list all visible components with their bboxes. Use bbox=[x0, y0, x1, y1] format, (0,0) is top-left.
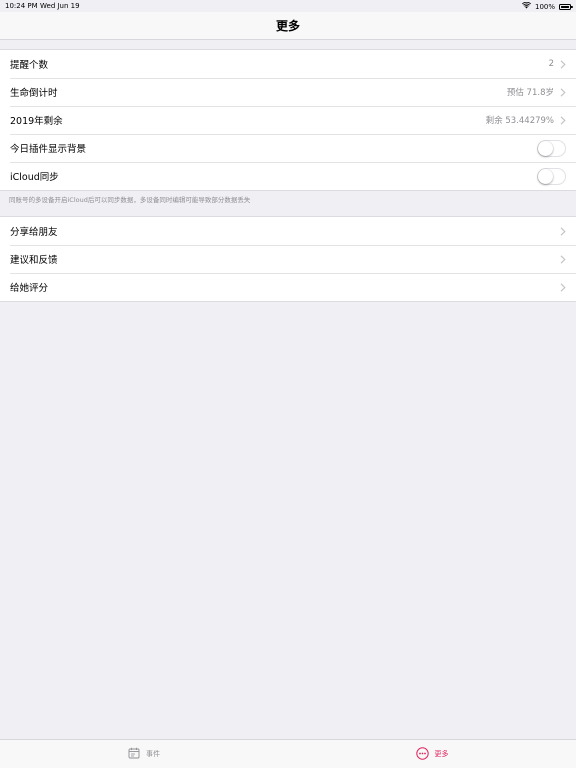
chevron-right-icon bbox=[560, 59, 566, 69]
row-label: 建议和反馈 bbox=[10, 255, 58, 266]
row-widget-background: 今日插件显示背景 bbox=[0, 134, 576, 162]
icloud-footer-note: 同账号的多设备开启iCloud后可以同步数据，多设备同时编辑可能导致部分数据丢失 bbox=[9, 196, 251, 204]
status-date: Wed Jun 19 bbox=[40, 2, 80, 10]
icloud-sync-toggle[interactable] bbox=[537, 167, 566, 185]
row-life-countdown[interactable]: 生命倒计时 预估 71.8岁 bbox=[0, 78, 576, 106]
row-label: 生命倒计时 bbox=[10, 88, 58, 99]
tab-events[interactable]: 事件 bbox=[0, 740, 288, 768]
toggle-knob bbox=[538, 140, 553, 156]
navigation-bar: 更多 bbox=[0, 12, 576, 40]
row-label: 分享给朋友 bbox=[10, 227, 58, 238]
row-label: 提醒个数 bbox=[10, 60, 49, 71]
battery-percent: 100% bbox=[534, 2, 555, 11]
tab-label: 事件 bbox=[146, 750, 160, 758]
toggle-knob bbox=[538, 168, 553, 184]
settings-group-2: 分享给朋友 建议和反馈 给她评分 bbox=[0, 216, 576, 302]
status-bar: 10:24 PM Wed Jun 19 100% bbox=[0, 0, 576, 12]
battery-icon bbox=[559, 3, 573, 10]
row-rate-app[interactable]: 给她评分 bbox=[0, 273, 576, 301]
chevron-right-icon bbox=[560, 226, 566, 236]
status-right: 100% bbox=[521, 1, 573, 11]
chevron-right-icon bbox=[560, 115, 566, 125]
row-share-with-friends[interactable]: 分享给朋友 bbox=[0, 217, 576, 245]
row-label: 今日插件显示背景 bbox=[10, 144, 87, 155]
status-time: 10:24 PM bbox=[5, 2, 38, 10]
page-title: 更多 bbox=[275, 19, 300, 33]
wifi-icon bbox=[521, 1, 531, 11]
row-icloud-sync: iCloud同步 bbox=[0, 162, 576, 190]
widget-background-toggle[interactable] bbox=[537, 139, 566, 157]
calendar-icon bbox=[128, 747, 140, 761]
tab-label: 更多 bbox=[434, 750, 449, 758]
row-feedback[interactable]: 建议和反馈 bbox=[0, 245, 576, 273]
tab-more[interactable]: 更多 bbox=[288, 740, 576, 768]
row-value: 预估 71.8岁 bbox=[506, 88, 554, 98]
chevron-right-icon bbox=[560, 87, 566, 97]
settings-group-1: 提醒个数 2 生命倒计时 预估 71.8岁 2019年剩余 剩余 53.4427… bbox=[0, 49, 576, 191]
row-value: 2 bbox=[548, 59, 554, 69]
row-label: 给她评分 bbox=[10, 283, 49, 294]
row-reminder-count[interactable]: 提醒个数 2 bbox=[0, 50, 576, 78]
tab-bar: 事件 更多 bbox=[0, 739, 576, 768]
more-icon bbox=[415, 746, 429, 762]
chevron-right-icon bbox=[560, 254, 566, 264]
chevron-right-icon bbox=[560, 282, 566, 292]
row-label: 2019年剩余 bbox=[10, 116, 63, 127]
row-year-remaining[interactable]: 2019年剩余 剩余 53.44279% bbox=[0, 106, 576, 134]
row-value: 剩余 53.44279% bbox=[485, 116, 554, 126]
row-label: iCloud同步 bbox=[10, 172, 59, 183]
